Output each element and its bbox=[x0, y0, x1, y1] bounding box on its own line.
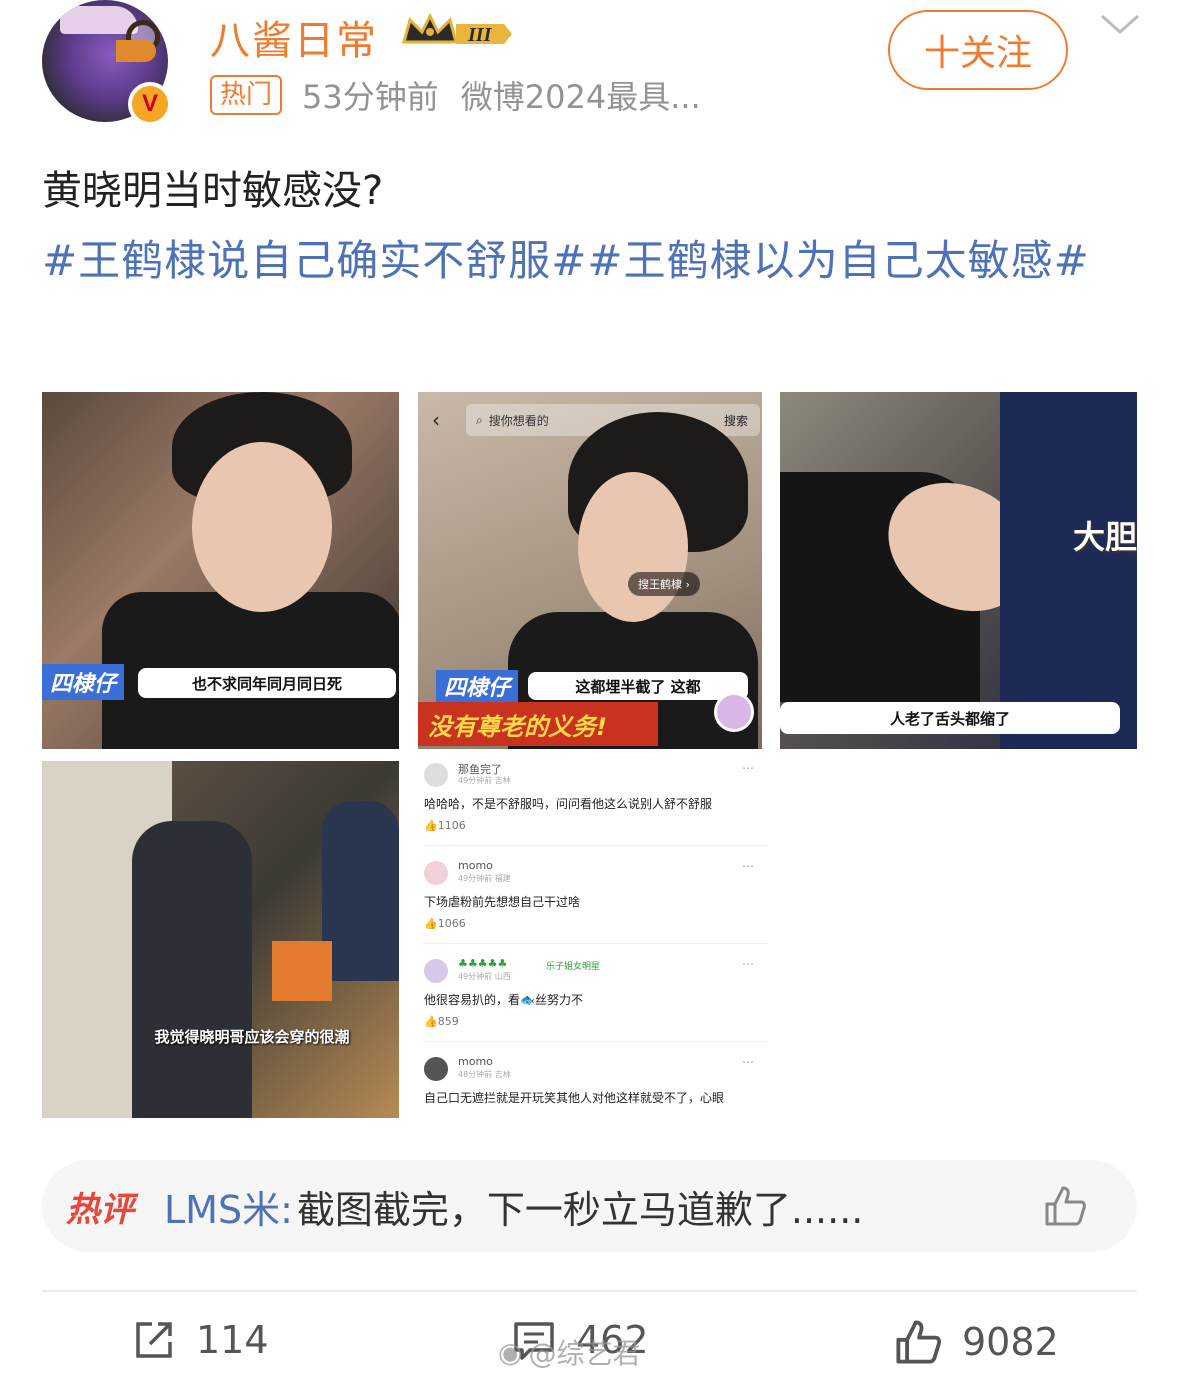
comment-like-count: 859 bbox=[437, 1015, 459, 1028]
weibo-logo-icon: ◉ bbox=[498, 1335, 523, 1369]
comment-meta: 49分钟前 山西 bbox=[458, 972, 511, 981]
more-icon: ⋯ bbox=[742, 1055, 754, 1069]
image-subtitle: 人老了舌头都缩了 bbox=[780, 702, 1120, 734]
post-image-4[interactable]: 我觉得晓明哥应该会穿的很潮 bbox=[42, 761, 399, 1118]
image-figure bbox=[272, 941, 332, 1001]
verified-icon: V bbox=[128, 82, 172, 126]
repost-button[interactable]: 114 bbox=[132, 1318, 269, 1362]
comment-badge: 乐子姐女明星 bbox=[546, 962, 601, 972]
comment-like-count: 1066 bbox=[437, 917, 466, 930]
post-meta: 热门 53分钟前 微博2024最具... bbox=[210, 72, 701, 118]
watermark-text: @综艺君 bbox=[528, 1337, 641, 1370]
level-badge-text: III bbox=[467, 24, 493, 46]
post-image-3[interactable]: 大胆 人老了舌头都缩了 bbox=[780, 392, 1137, 749]
comment-text: 哈哈哈，不是不舒服吗，问问看他这么说别人舒不舒服 bbox=[424, 797, 713, 811]
comment-avatar bbox=[424, 763, 448, 787]
image-subtitle: 也不求同年同月同日死 bbox=[138, 668, 396, 698]
post-time: 53分钟前 bbox=[302, 78, 439, 116]
comment-avatar bbox=[424, 1057, 448, 1081]
username[interactable]: 八酱日常 bbox=[210, 8, 378, 66]
image-figure bbox=[322, 801, 399, 981]
image-subtitle: 这都埋半截了 这都 bbox=[528, 672, 748, 700]
post-image-1[interactable]: 四棣仔 也不求同年同月同日死 bbox=[42, 392, 399, 749]
search-placeholder: 搜你想看的 bbox=[488, 413, 549, 428]
comment-name: momo bbox=[458, 1055, 493, 1068]
chevron-down-icon[interactable] bbox=[1098, 10, 1142, 38]
show-tag: 四棣仔 bbox=[436, 670, 519, 702]
post-image-2[interactable]: ‹ ⌕ 搜你想看的 搜索 搜王鹤棣 › 四棣仔 这都埋半截了 这都 没有尊老的义… bbox=[418, 392, 762, 749]
image-figure bbox=[1000, 392, 1137, 749]
more-icon: ⋯ bbox=[742, 859, 754, 873]
search-button-label: 搜索 bbox=[723, 414, 748, 428]
comment-avatar bbox=[424, 959, 448, 983]
comment-name: momo bbox=[458, 859, 493, 872]
back-icon: ‹ bbox=[432, 408, 440, 432]
search-pill: 搜王鹤棣 › bbox=[628, 572, 700, 596]
divider bbox=[424, 1041, 768, 1042]
search-icon: ⌕ bbox=[476, 412, 483, 427]
divider bbox=[424, 845, 768, 846]
image-big-text: 大胆 bbox=[1072, 518, 1137, 556]
uploader-avatar bbox=[714, 692, 754, 732]
image-figure bbox=[578, 472, 688, 622]
post-hashtags[interactable]: #王鹤棣说自己确实不舒服##王鹤棣以为自己太敏感# bbox=[42, 226, 1142, 296]
divider bbox=[42, 1290, 1137, 1292]
comment-text: 下场虐粉前先想想自己干过啥 bbox=[424, 895, 581, 909]
comment-meta: 49分钟前 福建 bbox=[458, 874, 511, 883]
image-subtitle: 我觉得晓明哥应该会穿的很潮 bbox=[154, 1027, 350, 1046]
watermark: ◉ @综艺君 bbox=[498, 1332, 640, 1372]
comment-meta: 48分钟前 吉林 bbox=[458, 1070, 511, 1079]
hot-tag: 热门 bbox=[210, 75, 283, 115]
thumbs-up-icon bbox=[896, 1320, 942, 1364]
like-button[interactable]: 9082 bbox=[894, 1318, 1059, 1366]
divider bbox=[424, 943, 768, 944]
hot-comment-user[interactable]: LMS米: bbox=[164, 1179, 293, 1234]
comment-meta: 49分钟前 吉林 bbox=[458, 776, 511, 785]
comment-text: 他很容易扒的，看🐟丝努力不 bbox=[424, 993, 583, 1007]
like-count: 9082 bbox=[962, 1320, 1059, 1364]
more-icon: ⋯ bbox=[742, 957, 754, 971]
comment-text: 自己口无遮拦就是开玩笑其他人对他这样就受不了，心眼 bbox=[424, 1091, 725, 1105]
comment-avatar bbox=[424, 861, 448, 885]
repost-count: 114 bbox=[196, 1318, 269, 1362]
post-image-5[interactable]: 那鱼完了 49分钟前 吉林 ⋯ 哈哈哈，不是不舒服吗，问问看他这么说别人舒不舒服… bbox=[418, 761, 768, 1118]
avatar-beak bbox=[116, 40, 156, 62]
image-figure bbox=[192, 442, 332, 612]
comment-likes: 👍1066 bbox=[424, 917, 466, 930]
hot-comment-text: 截图截完，下一秒立马道歉了...... bbox=[296, 1187, 864, 1232]
hot-comment[interactable]: 热评 LMS米: 截图截完，下一秒立马道歉了...... bbox=[42, 1160, 1137, 1252]
follow-button[interactable]: 十关注 bbox=[888, 10, 1068, 90]
repost-icon bbox=[136, 1322, 172, 1358]
comment-likes: 👍1106 bbox=[424, 819, 466, 832]
hot-comment-label: 热评 bbox=[66, 1189, 134, 1230]
more-icon: ⋯ bbox=[742, 761, 754, 775]
post-text: 黄晓明当时敏感没? bbox=[42, 168, 384, 214]
show-tag: 四棣仔 bbox=[42, 664, 125, 700]
image-banner: 没有尊老的义务! bbox=[418, 702, 658, 746]
comment-like-count: 1106 bbox=[437, 819, 466, 832]
comment-likes: 👍859 bbox=[424, 1015, 459, 1028]
thumbs-up-icon[interactable] bbox=[1043, 1184, 1087, 1228]
comment-name: ♣♣♣♣♣ bbox=[458, 957, 508, 970]
vip-crown-icon: III bbox=[402, 12, 512, 46]
post-source[interactable]: 微博2024最具... bbox=[461, 72, 701, 118]
image-figure bbox=[132, 821, 252, 1118]
